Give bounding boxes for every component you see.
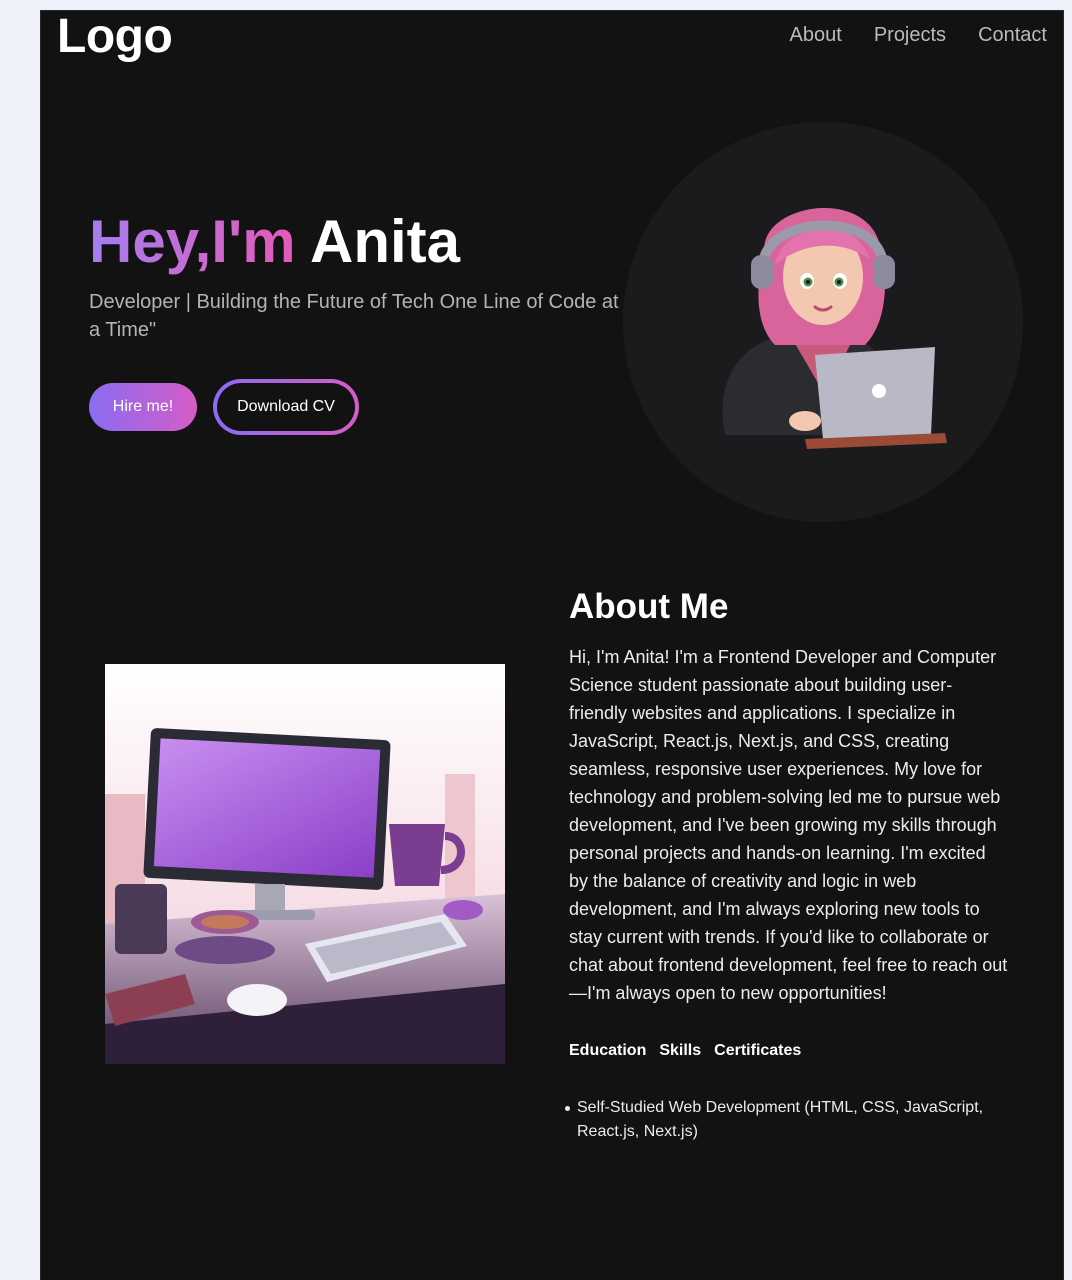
tab-certificates[interactable]: Certificates (714, 1041, 801, 1061)
main-nav: About Projects Contact (790, 23, 1047, 47)
hero-greeting: Hey,I'm (89, 208, 296, 275)
hire-me-button[interactable]: Hire me! (89, 383, 197, 431)
hero-tagline: Developer | Building the Future of Tech … (89, 291, 619, 341)
education-list: Self-Studied Web Development (HTML, CSS,… (565, 1096, 1009, 1144)
nav-link-projects[interactable]: Projects (874, 23, 946, 47)
hero-title: Hey,I'm Anita (89, 207, 460, 277)
tab-education[interactable]: Education (569, 1041, 646, 1061)
download-cv-button-border[interactable]: Download CV (213, 379, 359, 435)
nav-link-about[interactable]: About (790, 23, 842, 47)
hero-name: Anita (310, 208, 461, 275)
about-description: Hi, I'm Anita! I'm a Frontend Developer … (569, 647, 1008, 1003)
site-logo[interactable]: Logo (57, 11, 173, 63)
developer-avatar-illustration (722, 207, 947, 449)
portfolio-page: Logo About Projects Contact Hey,I'm Anit… (40, 10, 1064, 1280)
bullet-icon (565, 1106, 570, 1111)
about-tabs: Education Skills Certificates (569, 1041, 801, 1061)
workspace-illustration (105, 664, 505, 1064)
download-cv-button[interactable]: Download CV (217, 383, 355, 431)
about-section-title: About Me (569, 587, 729, 626)
tab-skills[interactable]: Skills (659, 1041, 701, 1061)
nav-link-contact[interactable]: Contact (978, 23, 1047, 47)
list-item: Self-Studied Web Development (HTML, CSS,… (565, 1096, 1009, 1144)
list-item-text: Self-Studied Web Development (HTML, CSS,… (577, 1099, 984, 1140)
